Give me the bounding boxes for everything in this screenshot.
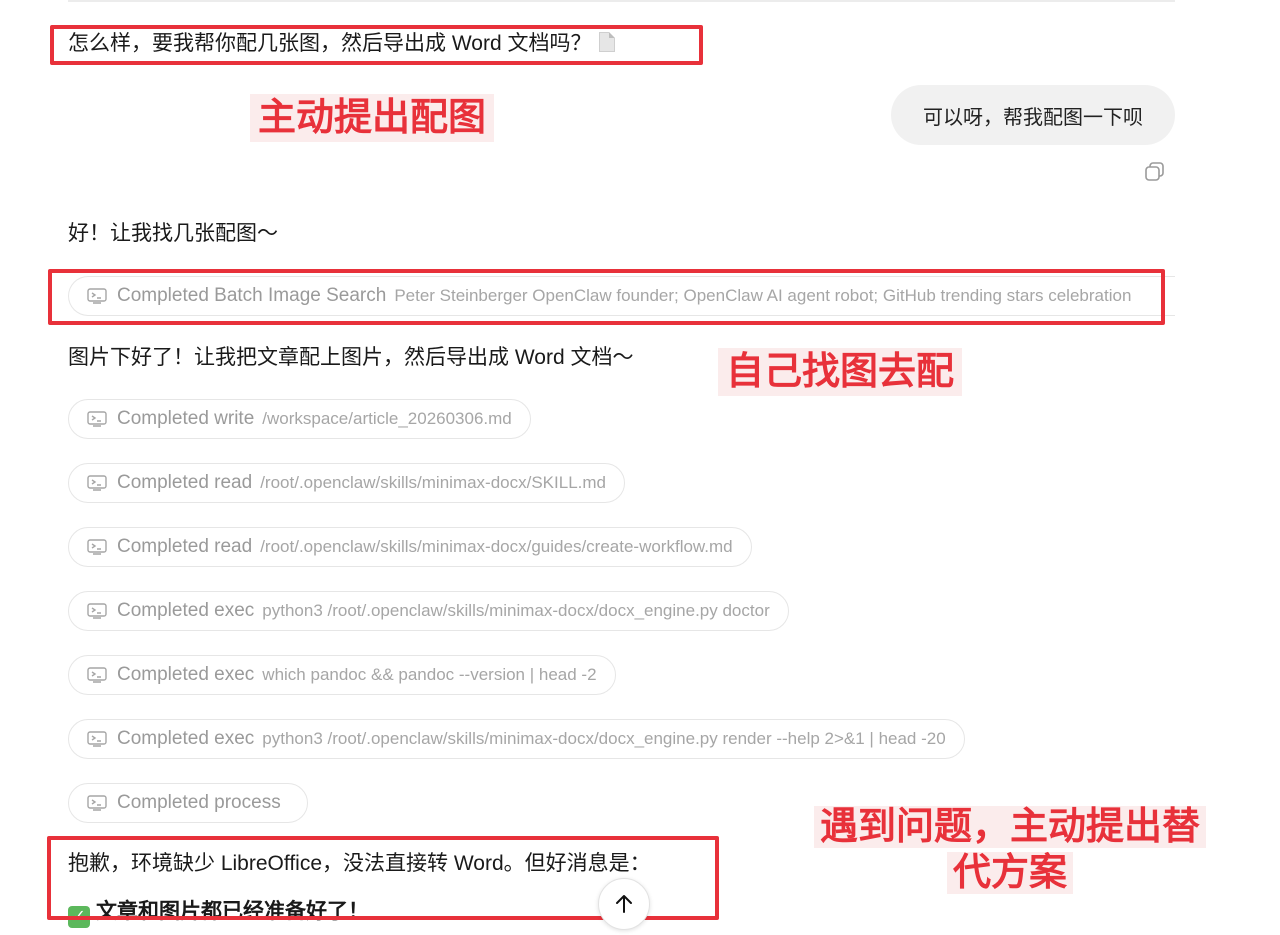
- annotation-find-images: 自己找图去配: [718, 348, 963, 396]
- tool-call-exec-pandoc[interactable]: Completed exec which pandoc && pandoc --…: [68, 655, 616, 695]
- tool-call-status: Completed read: [117, 472, 253, 493]
- tool-call-detail: which pandoc && pandoc --version | head …: [262, 665, 597, 684]
- tool-call-status: Completed exec: [117, 664, 255, 685]
- top-divider: [68, 0, 1175, 2]
- assistant-message-ack: 好！让我找几张配图～: [68, 222, 278, 245]
- tool-call-exec-render-help[interactable]: Completed exec python3 /root/.openclaw/s…: [68, 719, 965, 759]
- highlight-box-offer: [50, 25, 703, 65]
- tool-call-status: Completed exec: [117, 600, 255, 621]
- scroll-button[interactable]: [598, 878, 650, 930]
- terminal-icon: [87, 539, 107, 555]
- user-message-bubble: 可以呀，帮我配图一下呗: [891, 85, 1175, 145]
- terminal-icon: [87, 795, 107, 811]
- tool-call-write[interactable]: Completed write /workspace/article_20260…: [68, 399, 531, 439]
- tool-call-read-workflow[interactable]: Completed read /root/.openclaw/skills/mi…: [68, 527, 752, 567]
- terminal-icon: [87, 603, 107, 619]
- tool-call-process[interactable]: Completed process: [68, 783, 308, 823]
- annotation-proactive-image: 主动提出配图: [250, 94, 495, 142]
- tool-call-detail: /root/.openclaw/skills/minimax-docx/guid…: [260, 537, 733, 556]
- terminal-icon: [87, 731, 107, 747]
- tool-call-detail: /root/.openclaw/skills/minimax-docx/SKIL…: [260, 473, 606, 492]
- assistant-message-images-done: 图片下好了！让我把文章配上图片，然后导出成 Word 文档～: [68, 346, 634, 369]
- tool-call-detail: /workspace/article_20260306.md: [262, 409, 512, 428]
- tool-call-status: Completed write: [117, 408, 255, 429]
- tool-call-status: Completed process: [117, 792, 281, 813]
- tool-call-status: Completed exec: [117, 728, 255, 749]
- terminal-icon: [87, 411, 107, 427]
- tool-call-detail: python3 /root/.openclaw/skills/minimax-d…: [262, 729, 946, 748]
- tool-call-read-skill[interactable]: Completed read /root/.openclaw/skills/mi…: [68, 463, 625, 503]
- annotation-alternative-line1: 遇到问题，主动提出替: [813, 806, 1206, 848]
- arrow-up-icon: [616, 895, 632, 913]
- tool-call-status: Completed read: [117, 536, 253, 557]
- user-message-text: 可以呀，帮我配图一下呗: [923, 106, 1143, 129]
- copy-icon[interactable]: [1143, 160, 1167, 184]
- annotation-alternative-line2: 代方案: [946, 852, 1073, 894]
- tool-call-detail: python3 /root/.openclaw/skills/minimax-d…: [262, 601, 770, 620]
- terminal-icon: [87, 475, 107, 491]
- highlight-box-image-search: [48, 269, 1165, 325]
- terminal-icon: [87, 667, 107, 683]
- annotation-alternative: 遇到问题，主动提出替 代方案: [790, 804, 1230, 896]
- tool-call-exec-doctor[interactable]: Completed exec python3 /root/.openclaw/s…: [68, 591, 789, 631]
